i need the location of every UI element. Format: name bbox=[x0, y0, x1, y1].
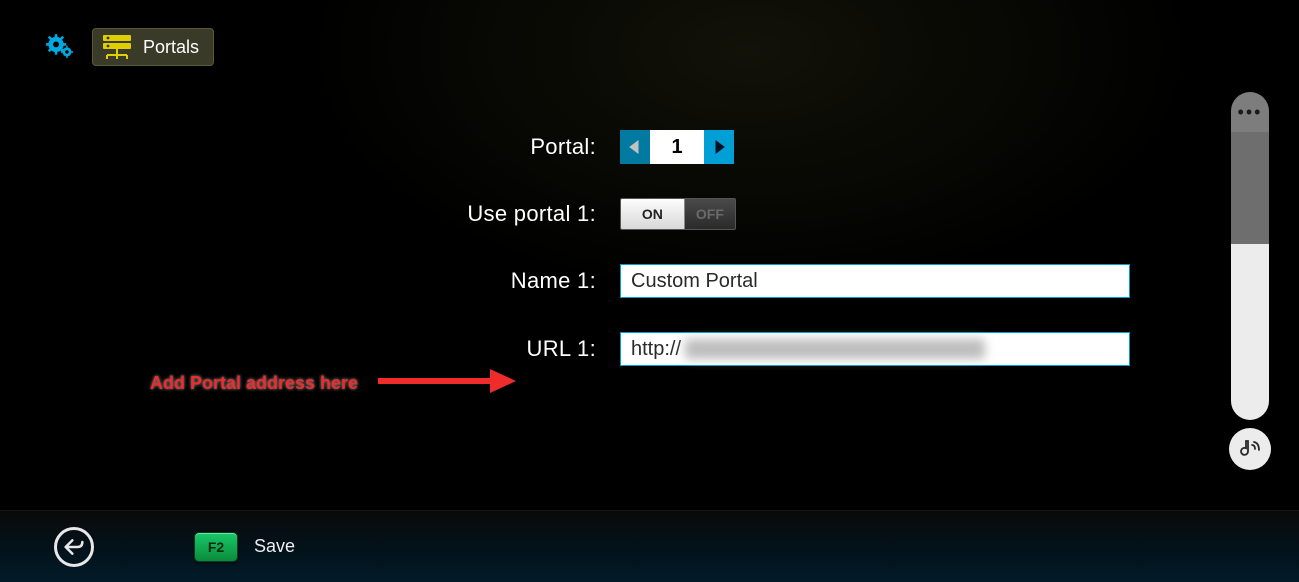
name-input[interactable]: Custom Portal Any name you want bbox=[620, 264, 1130, 298]
name-input-value: Custom Portal bbox=[631, 270, 758, 293]
use-portal-toggle[interactable]: ON OFF bbox=[620, 198, 736, 230]
spinner-right[interactable] bbox=[704, 130, 734, 164]
f2-key-badge: F2 bbox=[194, 532, 238, 562]
portal-value: 1 bbox=[650, 130, 704, 164]
sound-button[interactable] bbox=[1229, 428, 1271, 470]
annotation-url: Add Portal address here bbox=[150, 367, 516, 400]
settings-button[interactable] bbox=[38, 28, 86, 66]
form-area: Portal: 1 Use portal 1: ON OFF Name 1: bbox=[0, 130, 1200, 400]
url-blurred-content bbox=[685, 339, 985, 359]
annotation-url-text: Add Portal address here bbox=[150, 373, 358, 394]
portals-tab[interactable]: Portals bbox=[92, 28, 214, 66]
toggle-off: OFF bbox=[685, 199, 735, 229]
use-portal-label: Use portal 1: bbox=[0, 201, 620, 227]
row-url: URL 1: http:// bbox=[0, 332, 1200, 366]
save-group: F2 Save bbox=[194, 532, 295, 562]
gear-icon bbox=[45, 33, 79, 61]
server-icon bbox=[99, 33, 135, 61]
save-button[interactable]: Save bbox=[254, 536, 295, 557]
name-label: Name 1: bbox=[0, 268, 620, 294]
music-note-icon bbox=[1238, 437, 1262, 461]
url-input[interactable]: http:// bbox=[620, 332, 1130, 366]
back-button[interactable] bbox=[54, 527, 94, 567]
volume-light-segment bbox=[1231, 244, 1269, 420]
portal-spinner[interactable]: 1 bbox=[620, 130, 734, 164]
row-portal: Portal: 1 bbox=[0, 130, 1200, 164]
footer-bar: F2 Save bbox=[0, 510, 1299, 582]
url-label: URL 1: bbox=[0, 336, 620, 362]
back-arrow-icon bbox=[64, 538, 84, 556]
triangle-left-icon bbox=[629, 140, 641, 154]
spinner-left[interactable] bbox=[620, 130, 650, 164]
header-bar: Portals bbox=[38, 28, 214, 66]
toggle-on: ON bbox=[621, 199, 685, 229]
row-use-portal: Use portal 1: ON OFF bbox=[0, 198, 1200, 230]
url-input-value: http:// bbox=[631, 338, 681, 361]
volume-dark-segment bbox=[1231, 132, 1269, 244]
arrow-right-icon bbox=[376, 367, 516, 400]
portals-tab-label: Portals bbox=[143, 37, 199, 58]
volume-top-cap: ••• bbox=[1231, 92, 1269, 132]
volume-track[interactable]: ••• bbox=[1231, 92, 1269, 420]
triangle-right-icon bbox=[713, 140, 725, 154]
row-name: Name 1: Custom Portal Any name you want bbox=[0, 264, 1200, 298]
portal-label: Portal: bbox=[0, 134, 620, 160]
side-volume-bar: ••• bbox=[1231, 92, 1269, 470]
